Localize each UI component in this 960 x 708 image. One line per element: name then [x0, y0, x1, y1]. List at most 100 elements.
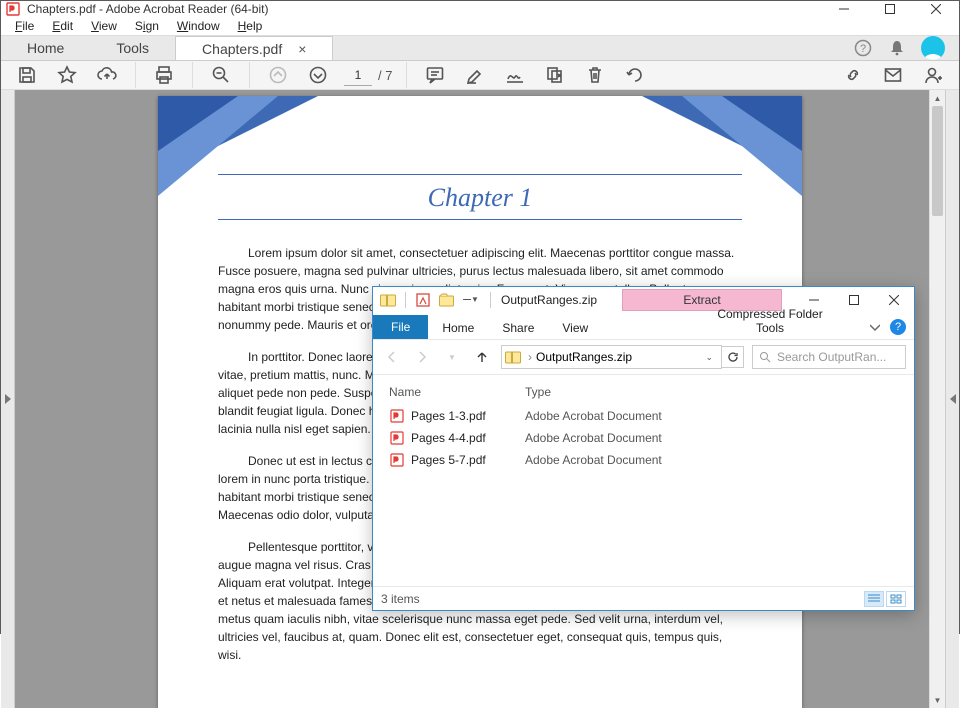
page-down-button[interactable]: [304, 61, 332, 89]
bell-icon[interactable]: [887, 38, 907, 58]
nav-history-dropdown[interactable]: ▼: [441, 346, 463, 368]
pdf-file-icon: [389, 452, 405, 468]
column-headers: Name Type: [389, 381, 898, 405]
page-indicator: / 7: [344, 64, 392, 86]
help-icon[interactable]: ?: [853, 38, 873, 58]
file-row[interactable]: Pages 4-4.pdf Adobe Acrobat Document: [389, 427, 898, 449]
titlebar: Chapters.pdf - Adobe Acrobat Reader (64-…: [1, 1, 959, 17]
sign-button[interactable]: [501, 61, 529, 89]
scroll-thumb[interactable]: [932, 106, 943, 216]
file-name: Pages 5-7.pdf: [411, 453, 525, 467]
star-button[interactable]: [53, 61, 81, 89]
tab-home-label: Home: [27, 40, 64, 56]
tab-home[interactable]: Home: [1, 36, 90, 60]
file-type: Adobe Acrobat Document: [525, 453, 662, 467]
ribbon-compressed-tools[interactable]: Compressed Folder Tools: [690, 303, 850, 339]
tabbar-right-icons: ?: [853, 36, 959, 60]
user-avatar-icon[interactable]: [921, 36, 945, 60]
address-dropdown-icon[interactable]: ⌄: [699, 352, 719, 363]
breadcrumb-sep-icon[interactable]: ›: [524, 350, 536, 364]
file-type: Adobe Acrobat Document: [525, 409, 662, 423]
close-tab-icon[interactable]: ×: [298, 41, 306, 57]
new-folder-icon[interactable]: [436, 289, 458, 311]
tab-tools[interactable]: Tools: [90, 36, 175, 60]
maximize-button[interactable]: [867, 1, 913, 17]
window-title: Chapters.pdf - Adobe Acrobat Reader (64-…: [27, 2, 821, 16]
ribbon-file[interactable]: File: [373, 315, 428, 339]
search-placeholder: Search OutputRan...: [777, 350, 886, 364]
link-button[interactable]: [839, 61, 867, 89]
menu-view[interactable]: View: [83, 17, 125, 35]
explorer-file-pane: Name Type Pages 1-3.pdf Adobe Acrobat Do…: [373, 375, 914, 586]
properties-icon[interactable]: [412, 289, 434, 311]
close-button[interactable]: [913, 1, 959, 17]
explorer-navbar: ▼ › OutputRanges.zip ⌄ Search OutputRan.…: [373, 339, 914, 375]
rotate-button[interactable]: [621, 61, 649, 89]
scroll-up-icon[interactable]: ▲: [930, 90, 945, 106]
file-row[interactable]: Pages 5-7.pdf Adobe Acrobat Document: [389, 449, 898, 471]
menu-edit[interactable]: Edit: [44, 17, 81, 35]
nav-forward-button[interactable]: [411, 346, 433, 368]
ribbon-collapse-icon[interactable]: [862, 317, 888, 339]
menu-file[interactable]: File: [7, 17, 42, 35]
print-button[interactable]: [150, 61, 178, 89]
left-panel-toggle[interactable]: [1, 90, 15, 708]
delete-button[interactable]: [581, 61, 609, 89]
col-header-name[interactable]: Name: [389, 385, 525, 399]
file-type: Adobe Acrobat Document: [525, 431, 662, 445]
right-panel-toggle[interactable]: [945, 90, 959, 708]
qat-dropdown-icon[interactable]: ▼: [460, 289, 482, 311]
ribbon-home[interactable]: Home: [428, 317, 488, 339]
acrobat-app-icon: [5, 1, 21, 17]
svg-text:?: ?: [860, 43, 866, 55]
explorer-ribbon: File Home Share View Compressed Folder T…: [373, 313, 914, 339]
minimize-button[interactable]: [821, 1, 867, 17]
tab-document-label: Chapters.pdf: [202, 41, 282, 57]
comment-button[interactable]: [421, 61, 449, 89]
menubar: File Edit View Sign Window Help: [1, 17, 959, 35]
menu-help[interactable]: Help: [230, 17, 271, 35]
ribbon-share[interactable]: Share: [488, 317, 548, 339]
page-up-button[interactable]: [264, 61, 292, 89]
breadcrumb-item[interactable]: OutputRanges.zip: [536, 350, 632, 364]
col-header-type[interactable]: Type: [525, 385, 898, 399]
menu-window[interactable]: Window: [169, 17, 228, 35]
page-corner-decoration: [642, 96, 802, 196]
explorer-help-icon[interactable]: ?: [890, 319, 906, 335]
nav-back-button[interactable]: [381, 346, 403, 368]
pdf-file-icon: [389, 408, 405, 424]
file-row[interactable]: Pages 1-3.pdf Adobe Acrobat Document: [389, 405, 898, 427]
file-name: Pages 1-3.pdf: [411, 409, 525, 423]
file-name: Pages 4-4.pdf: [411, 431, 525, 445]
scroll-down-icon[interactable]: ▼: [930, 692, 945, 708]
toolbar: / 7: [1, 61, 959, 90]
view-details-button[interactable]: [864, 591, 884, 607]
scrollbar[interactable]: ▲ ▼: [929, 90, 945, 708]
search-icon: [759, 351, 771, 363]
zip-folder-icon: [377, 289, 399, 311]
close-button[interactable]: [874, 287, 914, 313]
tab-tools-label: Tools: [116, 40, 149, 56]
zoom-button[interactable]: [207, 61, 235, 89]
share-user-button[interactable]: [919, 61, 947, 89]
page-total: / 7: [378, 68, 392, 83]
menu-sign[interactable]: Sign: [127, 17, 167, 35]
explorer-window: ▼ OutputRanges.zip Extract File Home Sha…: [372, 286, 915, 611]
highlight-button[interactable]: [461, 61, 489, 89]
nav-up-button[interactable]: [471, 346, 493, 368]
stamp-button[interactable]: [541, 61, 569, 89]
view-large-icons-button[interactable]: [886, 591, 906, 607]
explorer-search-input[interactable]: Search OutputRan...: [752, 345, 906, 369]
explorer-title: OutputRanges.zip: [501, 293, 597, 307]
tab-document[interactable]: Chapters.pdf ×: [175, 36, 333, 60]
window-controls: [821, 1, 959, 17]
email-button[interactable]: [879, 61, 907, 89]
refresh-button[interactable]: [722, 346, 744, 368]
save-button[interactable]: [13, 61, 41, 89]
page-number-input[interactable]: [344, 64, 372, 86]
address-bar[interactable]: › OutputRanges.zip ⌄: [501, 345, 722, 369]
cloud-upload-button[interactable]: [93, 61, 121, 89]
tabbar: Home Tools Chapters.pdf × ?: [1, 35, 959, 61]
pdf-file-icon: [389, 430, 405, 446]
ribbon-view[interactable]: View: [548, 317, 602, 339]
